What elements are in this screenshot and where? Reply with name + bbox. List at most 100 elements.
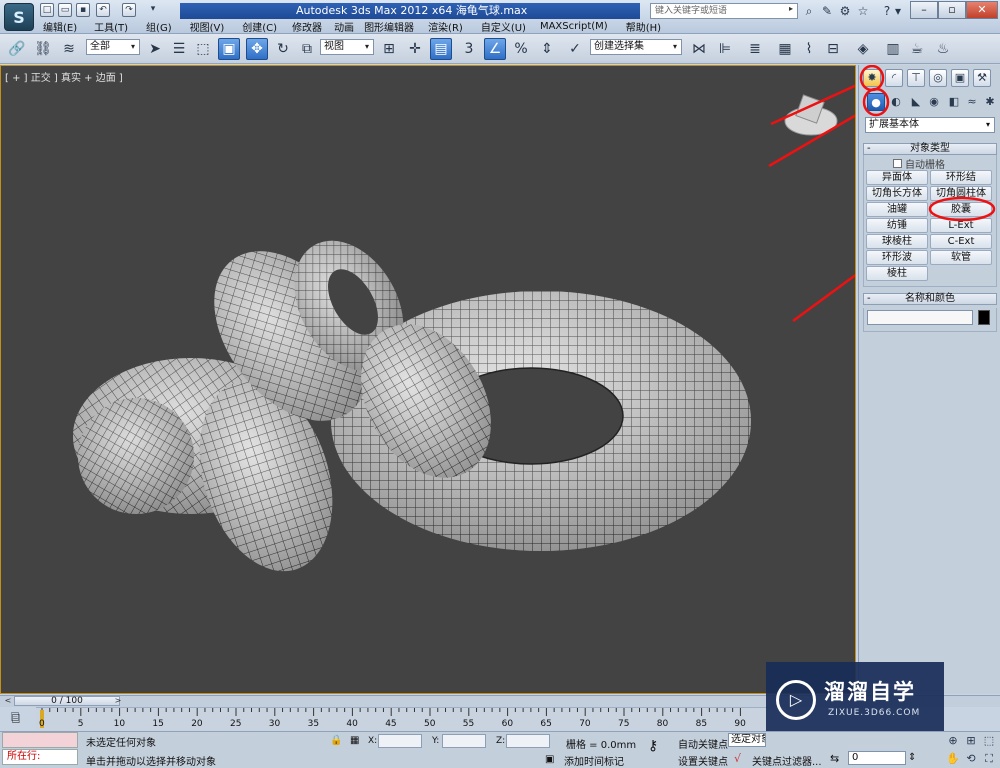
percent-snap-icon[interactable]: % — [510, 38, 532, 60]
menu-help[interactable]: 帮助(H) — [626, 19, 661, 34]
set-key-icon[interactable]: ⚷ — [648, 738, 658, 754]
name-and-color-rollout-header[interactable]: - 名称和颜色 — [863, 293, 997, 305]
c-ext-button[interactable]: C-Ext — [930, 234, 992, 249]
key-filters-button[interactable]: 关键点过滤器... — [752, 753, 822, 768]
maximize-button[interactable]: ▫ — [938, 1, 966, 19]
app-logo-button[interactable]: S — [4, 3, 34, 31]
menu-graph-editors[interactable]: 图形编辑器 — [364, 19, 414, 34]
menu-group[interactable]: 组(G) — [146, 19, 172, 34]
menu-rendering[interactable]: 渲染(R) — [428, 19, 463, 34]
bind-space-warp-icon[interactable]: ≋ — [58, 38, 80, 60]
key-filter-curve-icon: √ — [734, 752, 742, 765]
select-by-name-icon[interactable]: ☰ — [168, 38, 190, 60]
absolute-mode-icon[interactable]: ▦ — [350, 735, 359, 746]
object-name-input[interactable] — [867, 310, 973, 325]
close-button[interactable]: ✕ — [966, 1, 998, 19]
set-key-button[interactable]: 设置关键点 — [678, 753, 728, 768]
selection-filter-select[interactable]: 全部 ▾ — [86, 39, 140, 55]
edit-named-selection-icon[interactable]: ✓ — [564, 38, 586, 60]
menu-customize[interactable]: 自定义(U) — [481, 19, 526, 34]
frame-spinner-icon[interactable]: ⇕ — [908, 752, 916, 763]
time-tag-icon[interactable]: ▣ — [545, 754, 554, 765]
star-icon[interactable]: ☆ — [854, 3, 872, 19]
menu-modifiers[interactable]: 修改器 — [292, 19, 322, 34]
current-frame-input[interactable]: 0 — [848, 751, 906, 765]
mirror-icon[interactable]: ⋈ — [688, 38, 710, 60]
time-slider-next-button[interactable]: > — [112, 696, 124, 706]
select-and-link-icon[interactable]: 🔗 — [6, 38, 28, 60]
rendered-frame-icon[interactable]: ☕ — [906, 38, 928, 60]
render-production-icon[interactable]: ♨ — [932, 38, 954, 60]
x-coord-input[interactable] — [378, 734, 422, 748]
orbit-icon[interactable]: ⟲ — [964, 752, 978, 766]
binoculars-icon[interactable]: ⌕ — [800, 3, 818, 19]
snaps-toggle-icon[interactable]: 3 — [458, 38, 480, 60]
graphite-ribbon-icon[interactable]: ▦ — [774, 38, 796, 60]
menu-tools[interactable]: 工具(T) — [94, 19, 128, 34]
material-editor-icon[interactable]: ◈ — [852, 38, 874, 60]
menu-edit[interactable]: 编辑(E) — [43, 19, 77, 34]
named-selection-select[interactable]: 创建选择集 ▾ — [590, 39, 682, 55]
zoom-all-icon[interactable]: ⊞ — [964, 734, 978, 748]
rectangular-selection-icon[interactable]: ⬚ — [192, 38, 214, 60]
select-and-scale-icon[interactable]: ⧉ — [296, 38, 318, 60]
time-slider-thumb[interactable]: 0 / 100 — [14, 696, 120, 706]
watermark-title: 溜溜自学 — [824, 680, 916, 704]
select-and-move-icon[interactable]: ✥ — [246, 38, 268, 60]
maxscript-line-field[interactable]: 所在行: — [2, 749, 78, 765]
minimize-button[interactable]: – — [910, 1, 938, 19]
pan-icon[interactable]: ✋ — [946, 752, 960, 766]
select-and-manipulate-icon[interactable]: ✛ — [404, 38, 426, 60]
layer-manager-icon[interactable]: ≣ — [744, 38, 766, 60]
align-icon[interactable]: ⊫ — [714, 38, 736, 60]
keyboard-shortcut-override-icon[interactable]: ▤ — [430, 38, 452, 60]
y-coord-input[interactable] — [442, 734, 486, 748]
maximize-viewport-icon[interactable]: ⛶ — [982, 752, 996, 766]
key-selection-select[interactable]: 选定对象 — [728, 733, 766, 747]
angle-snap-icon[interactable]: ∠ — [484, 38, 506, 60]
help-dropdown-icon[interactable]: ▾ — [894, 3, 902, 19]
add-time-tag-button[interactable]: 添加时间标记 — [564, 753, 624, 768]
trackbar-tick-label: 60 — [501, 719, 514, 729]
selection-lock-icon[interactable]: 🔒 — [330, 735, 342, 746]
zoom-extents-icon[interactable]: ⬚ — [982, 734, 996, 748]
community-icon[interactable]: ⚙ — [836, 3, 854, 19]
search-dropdown-icon[interactable]: ▸ — [789, 4, 797, 16]
z-coord-input[interactable] — [506, 734, 550, 748]
maxscript-listener-field[interactable] — [2, 732, 78, 748]
redo-icon[interactable]: ↷ — [122, 3, 136, 17]
turtle-tail-tube-mesh[interactable] — [78, 398, 194, 514]
reference-coordinate-select[interactable]: 视图 ▾ — [320, 39, 374, 55]
menu-maxscript[interactable]: MAXScript(M) — [540, 21, 608, 32]
perspective-viewport[interactable]: [ + ] 正交 ] 真实 + 边面 ] — [0, 65, 856, 694]
window-crossing-icon[interactable]: ▣ — [218, 38, 240, 60]
menu-create[interactable]: 创建(C) — [242, 19, 277, 34]
menu-views[interactable]: 视图(V) — [190, 19, 225, 34]
wrench-icon[interactable]: ✎ — [818, 3, 836, 19]
zoom-icon[interactable]: ⊕ — [946, 734, 960, 748]
unlink-icon[interactable]: ⛓ — [32, 38, 54, 60]
object-color-swatch[interactable] — [978, 310, 990, 325]
use-pivot-center-icon[interactable]: ⊞ — [378, 38, 400, 60]
render-setup-icon[interactable]: ▥ — [882, 38, 904, 60]
schematic-view-icon[interactable]: ⊟ — [822, 38, 844, 60]
time-slider-prev-button[interactable]: < — [2, 696, 14, 706]
curve-editor-icon[interactable]: ⌇ — [798, 38, 820, 60]
select-and-rotate-icon[interactable]: ↻ — [272, 38, 294, 60]
select-object-icon[interactable]: ➤ — [144, 38, 166, 60]
quick-access-dropdown-icon[interactable]: ▾ — [146, 3, 160, 17]
trackbar-toggle-icon[interactable]: ⌸ — [12, 712, 20, 727]
search-input[interactable]: 键入关键字或短语 — [650, 3, 798, 19]
gengon-button[interactable]: 球棱柱 — [866, 234, 928, 249]
prism-button[interactable]: 棱柱 — [866, 266, 928, 281]
new-file-icon[interactable]: □ — [40, 3, 54, 17]
auto-key-button[interactable]: 自动关键点 — [678, 736, 728, 751]
key-mode-icon[interactable]: ⇆ — [830, 752, 839, 765]
menu-animation[interactable]: 动画 — [334, 19, 354, 34]
open-file-icon[interactable]: ▭ — [58, 3, 72, 17]
undo-icon[interactable]: ↶ — [96, 3, 110, 17]
ringwave-button[interactable]: 环形波 — [866, 250, 928, 265]
hose-button[interactable]: 软管 — [930, 250, 992, 265]
spinner-snap-icon[interactable]: ⇕ — [536, 38, 558, 60]
save-file-icon[interactable]: ▪ — [76, 3, 90, 17]
